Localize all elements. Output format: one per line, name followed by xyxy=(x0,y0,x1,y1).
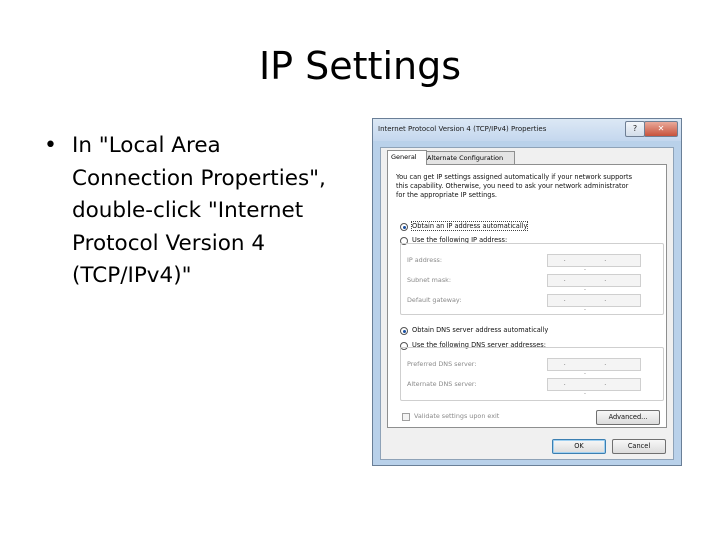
preferred-dns-input[interactable]: . . . xyxy=(547,358,641,376)
bullet-line: (TCP/IPv4)" xyxy=(72,263,192,288)
description-line: for the appropriate IP settings. xyxy=(396,191,498,199)
bullet-line: double-click "Internet xyxy=(72,198,304,223)
ip-address-input[interactable]: . . . xyxy=(547,254,641,272)
alternate-dns-input[interactable]: . . . xyxy=(547,378,641,396)
description-line: this capability. Otherwise, you need to … xyxy=(396,182,629,190)
bullet-line: Connection Properties", xyxy=(72,165,326,191)
bullet-icon: • xyxy=(44,133,57,158)
close-button[interactable]: ✕ xyxy=(644,121,678,137)
ip-auto-radio[interactable] xyxy=(400,223,408,231)
advanced-button[interactable]: Advanced... xyxy=(596,410,660,425)
help-button[interactable]: ? xyxy=(625,121,645,137)
alternate-dns-label: Alternate DNS server: xyxy=(407,380,477,388)
default-gateway-input[interactable]: . . . xyxy=(547,294,641,312)
dns-auto-radio[interactable] xyxy=(400,327,408,335)
description-line: You can get IP settings assigned automat… xyxy=(396,173,633,181)
ip-address-group: IP address: . . . Subnet mask: . . . Def… xyxy=(400,243,664,315)
tab-general[interactable]: General xyxy=(387,150,427,165)
subnet-mask-input[interactable]: . . . xyxy=(547,274,641,292)
tab-alternate-configuration[interactable]: Alternate Configuration xyxy=(423,151,515,165)
validate-settings-checkbox[interactable] xyxy=(402,413,410,421)
cancel-button[interactable]: Cancel xyxy=(612,439,666,454)
preferred-dns-label: Preferred DNS server: xyxy=(407,360,477,368)
dns-auto-label[interactable]: Obtain DNS server address automatically xyxy=(412,326,548,334)
dialog-titlebar[interactable]: Internet Protocol Version 4 (TCP/IPv4) P… xyxy=(373,119,681,141)
bullet-line: In "Local Area xyxy=(72,133,221,158)
description-text: You can get IP settings assigned automat… xyxy=(396,173,658,200)
default-gateway-label: Default gateway: xyxy=(407,296,462,304)
dns-server-group: Preferred DNS server: . . . Alternate DN… xyxy=(400,347,664,401)
dialog-client-area: General Alternate Configuration You can … xyxy=(380,147,674,460)
slide-title: IP Settings xyxy=(258,44,462,88)
bullet-line: Protocol Version 4 xyxy=(72,230,266,256)
close-icon: ✕ xyxy=(657,124,665,133)
subnet-mask-label: Subnet mask: xyxy=(407,276,452,284)
bullet-point: • In "Local Area Connection Properties",… xyxy=(44,130,364,293)
dialog-title: Internet Protocol Version 4 (TCP/IPv4) P… xyxy=(378,125,547,133)
general-tab-panel: You can get IP settings assigned automat… xyxy=(387,164,667,428)
ip-address-label: IP address: xyxy=(407,256,443,264)
ip-auto-label[interactable]: Obtain an IP address automatically xyxy=(410,221,529,231)
ipv4-properties-dialog: Internet Protocol Version 4 (TCP/IPv4) P… xyxy=(372,118,682,466)
ok-button[interactable]: OK xyxy=(552,439,606,454)
help-icon: ? xyxy=(632,124,638,133)
validate-settings-label[interactable]: Validate settings upon exit xyxy=(414,412,499,420)
